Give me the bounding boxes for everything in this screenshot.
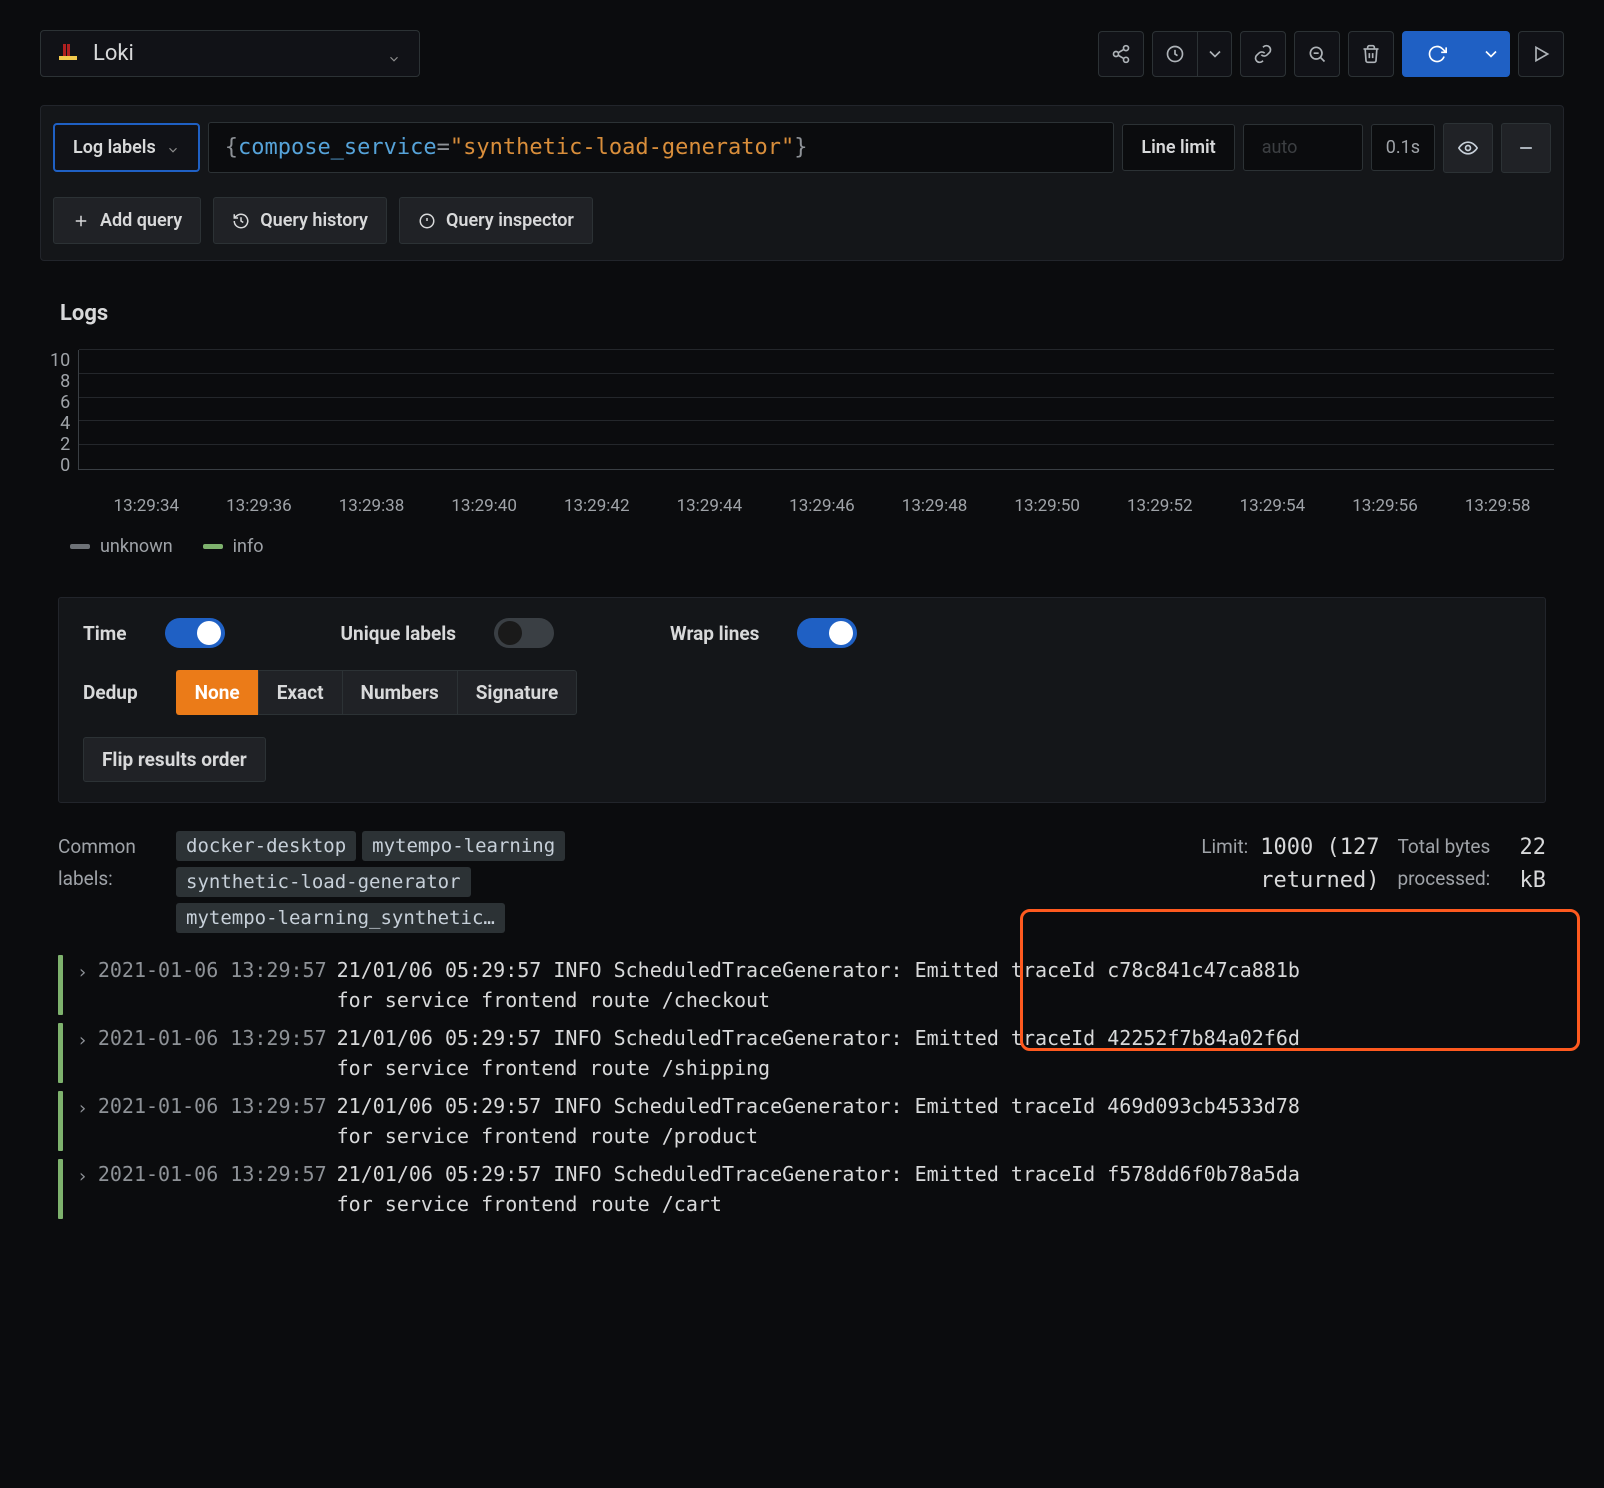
- log-message: 21/01/06 05:29:57 INFO ScheduledTraceGen…: [337, 1159, 1546, 1219]
- time-range-dropdown[interactable]: [1198, 31, 1232, 77]
- unique-labels-toggle-label: Unique labels: [341, 622, 456, 645]
- live-tail-button[interactable]: [1518, 31, 1564, 77]
- log-options-panel: Time Unique labels Wrap lines Dedup None…: [58, 597, 1546, 803]
- log-level-bar: [58, 955, 63, 1015]
- datasource-name: Loki: [93, 41, 134, 66]
- dedup-numbers[interactable]: Numbers: [342, 670, 457, 715]
- log-row[interactable]: › 2021-01-06 13:29:57 21/01/06 05:29:57 IN…: [58, 951, 1546, 1019]
- log-timestamp: 2021-01-06 13:29:57: [98, 1091, 327, 1121]
- log-labels-button[interactable]: Log labels: [53, 123, 200, 172]
- dedup-label: Dedup: [83, 681, 138, 704]
- log-timestamp: 2021-01-06 13:29:57: [98, 1159, 327, 1189]
- wrap-lines-toggle[interactable]: [797, 618, 857, 648]
- line-limit-input[interactable]: auto: [1243, 124, 1363, 171]
- chevron-right-icon: ›: [77, 959, 88, 986]
- log-row[interactable]: › 2021-01-06 13:29:57 21/01/06 05:29:57 IN…: [58, 1087, 1546, 1155]
- loki-icon: [59, 44, 79, 64]
- run-query-button[interactable]: [1402, 31, 1472, 77]
- bytes-value: 22 kB: [1520, 831, 1547, 897]
- line-limit-placeholder: auto: [1262, 137, 1298, 158]
- log-message: 21/01/06 05:29:57 INFO ScheduledTraceGen…: [337, 955, 1546, 1015]
- dedup-exact[interactable]: Exact: [258, 670, 342, 715]
- run-query-dropdown[interactable]: [1472, 31, 1510, 77]
- bytes-label: Total bytes processed:: [1398, 831, 1508, 896]
- log-message: 21/01/06 05:29:57 INFO ScheduledTraceGen…: [337, 1091, 1546, 1151]
- chevron-right-icon: ›: [77, 1027, 88, 1054]
- query-inspector-label: Query inspector: [446, 210, 574, 231]
- chevron-right-icon: ›: [77, 1163, 88, 1190]
- common-label-chip[interactable]: docker-desktop: [176, 831, 356, 861]
- log-timestamp: 2021-01-06 13:29:57: [98, 955, 327, 985]
- query-history-label: Query history: [260, 210, 368, 231]
- unique-labels-toggle[interactable]: [494, 618, 554, 648]
- query-key: compose_service: [238, 135, 437, 160]
- log-level-bar: [58, 1159, 63, 1219]
- chart-legend: unknown info: [70, 536, 1564, 557]
- add-query-button[interactable]: Add query: [53, 197, 201, 244]
- time-toggle-label: Time: [83, 622, 127, 645]
- dedup-none[interactable]: None: [176, 670, 258, 715]
- common-label-chip[interactable]: mytempo-learning: [362, 831, 565, 861]
- log-message: 21/01/06 05:29:57 INFO ScheduledTraceGen…: [337, 1023, 1546, 1083]
- query-editor-panel: Log labels {compose_service="synthetic-l…: [40, 105, 1564, 261]
- legend-info-label: info: [233, 536, 264, 557]
- toggle-visibility-button[interactable]: [1443, 123, 1493, 173]
- add-query-label: Add query: [100, 210, 182, 231]
- limit-label: Limit:: [1201, 831, 1248, 863]
- line-limit-label: Line limit: [1122, 124, 1234, 171]
- log-level-bar: [58, 1023, 63, 1083]
- logs-histogram: 1086420 13:29:3413:29:3613:29:3813:29:40…: [50, 350, 1554, 516]
- chevron-down-icon: [166, 141, 180, 155]
- log-timestamp: 2021-01-06 13:29:57: [98, 1023, 327, 1053]
- query-inspector-button[interactable]: Query inspector: [399, 197, 593, 244]
- copy-link-button[interactable]: [1240, 31, 1286, 77]
- query-timing: 0.1s: [1371, 124, 1435, 171]
- chevron-right-icon: ›: [77, 1095, 88, 1122]
- legend-swatch-unknown: [70, 544, 90, 549]
- remove-query-button[interactable]: [1501, 123, 1551, 173]
- panel-title: Logs: [60, 301, 1564, 326]
- dedup-signature[interactable]: Signature: [457, 670, 578, 715]
- log-row[interactable]: › 2021-01-06 13:29:57 21/01/06 05:29:57 IN…: [58, 1155, 1546, 1223]
- log-labels-label: Log labels: [73, 137, 156, 158]
- wrap-lines-toggle-label: Wrap lines: [670, 622, 759, 645]
- log-stats-row: Common labels: docker-desktopmytempo-lea…: [40, 831, 1564, 951]
- log-list: › 2021-01-06 13:29:57 21/01/06 05:29:57 IN…: [40, 951, 1564, 1223]
- legend-unknown[interactable]: unknown: [70, 536, 173, 557]
- query-value: "synthetic-load-generator": [450, 135, 794, 160]
- datasource-picker[interactable]: Loki: [40, 30, 420, 77]
- share-button[interactable]: [1098, 31, 1144, 77]
- zoom-out-button[interactable]: [1294, 31, 1340, 77]
- chevron-down-icon: [387, 47, 401, 61]
- query-history-button[interactable]: Query history: [213, 197, 387, 244]
- legend-swatch-info: [203, 544, 223, 549]
- log-row[interactable]: › 2021-01-06 13:29:57 21/01/06 05:29:57 IN…: [58, 1019, 1546, 1087]
- common-label-chip[interactable]: mytempo-learning_synthetic…: [176, 903, 505, 933]
- flip-results-button[interactable]: Flip results order: [83, 737, 266, 782]
- toolbar: [1098, 31, 1564, 77]
- common-labels-label: Common labels:: [58, 831, 158, 896]
- time-toggle[interactable]: [165, 618, 225, 648]
- limit-value: 1000 (127 returned): [1260, 831, 1379, 897]
- legend-unknown-label: unknown: [100, 536, 173, 557]
- clear-button[interactable]: [1348, 31, 1394, 77]
- log-level-bar: [58, 1091, 63, 1151]
- common-label-chip[interactable]: synthetic-load-generator: [176, 867, 471, 897]
- legend-info[interactable]: info: [203, 536, 264, 557]
- query-input[interactable]: {compose_service="synthetic-load-generat…: [208, 122, 1115, 173]
- time-range-button[interactable]: [1152, 31, 1198, 77]
